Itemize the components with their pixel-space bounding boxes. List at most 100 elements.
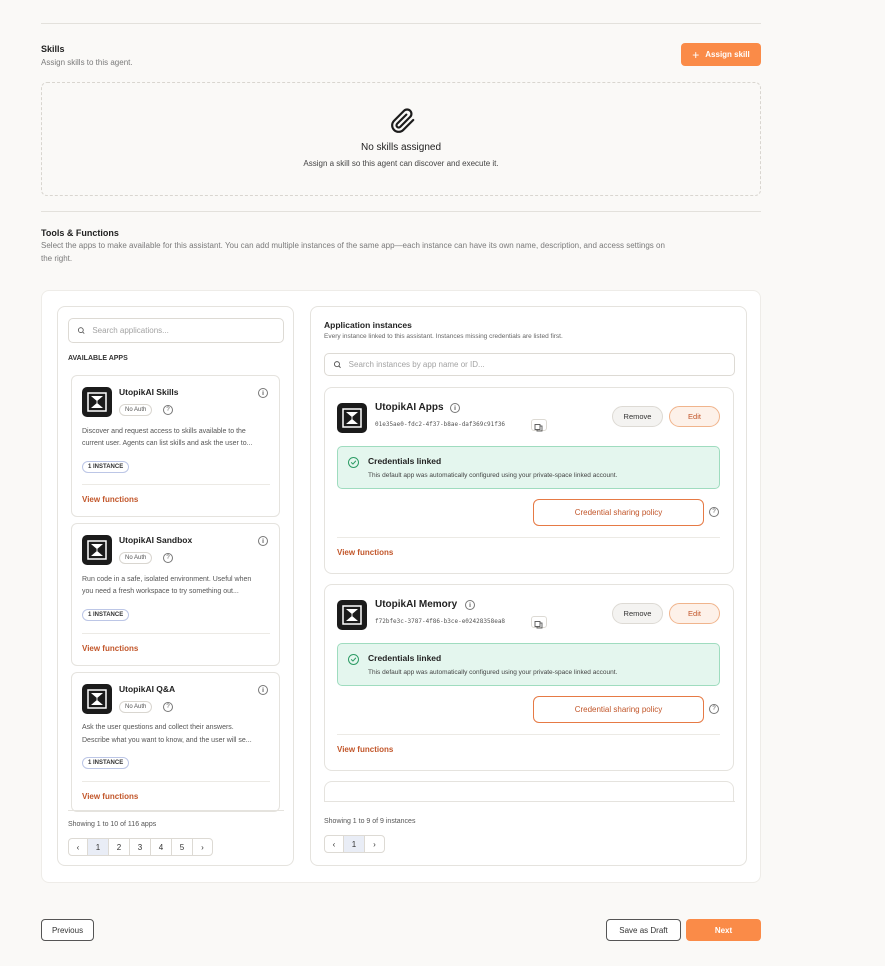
page-1-button[interactable]: 1 [88,839,109,855]
app-description-1: Discover and request access to skills av… [82,428,246,435]
plus-icon: + [692,47,700,62]
instance-card-apps: UtopikAI Apps i 01e35ae0-fdc2-4f37-b8ae-… [324,387,734,574]
help-icon[interactable]: ? [163,702,173,712]
prev-page-button[interactable]: ‹ [69,839,88,855]
credentials-subtitle: This default app was automatically confi… [368,669,618,676]
apps-panel: AVAILABLE APPS UtopikAI Skills No Auth ?… [57,306,294,866]
remove-button[interactable]: Remove [612,603,663,624]
app-card-qa[interactable]: UtopikAI Q&A No Auth ? i Ask the user qu… [71,672,280,812]
available-apps-label: AVAILABLE APPS [68,355,128,362]
app-description-2: current user. Agents can list skills and… [82,440,253,447]
instance-card-partial [324,781,734,801]
credentials-subtitle: This default app was automatically confi… [368,472,618,479]
app-description-1: Ask the user questions and collect their… [82,724,234,731]
page-1-button[interactable]: 1 [344,836,365,852]
help-icon[interactable]: ? [163,553,173,563]
instances-subtitle: Every instance linked to this assistant.… [324,333,563,340]
instances-search[interactable] [324,353,735,376]
instance-badge: 1 INSTANCE [82,609,130,621]
prev-page-button[interactable]: ‹ [325,836,344,852]
instance-id: 01e35ae0-fdc2-4f37-b8ae-daf369c91f36 [375,421,506,428]
credential-policy-button[interactable]: Credential sharing policy [533,696,704,723]
app-name: UtopikAI Q&A [119,684,176,694]
assign-skill-label: Assign skill [705,50,750,59]
instances-showing-count: Showing 1 to 9 of 9 instances [324,818,416,825]
remove-button[interactable]: Remove [612,406,663,427]
check-circle-icon [348,457,359,468]
section-divider [41,211,761,212]
auth-badge: No Auth [119,552,153,564]
top-divider [41,23,761,24]
instances-panel: Application instances Every instance lin… [310,306,747,866]
instance-id: f72bfe3c-3787-4f86-b3ce-e02428358ea8 [375,618,506,625]
page-2-button[interactable]: 2 [109,839,130,855]
instance-name: UtopikAI Memory [375,599,458,610]
edit-button[interactable]: Edit [669,406,720,427]
skills-empty-state: No skills assigned Assign a skill so thi… [41,82,761,196]
auth-badge: No Auth [119,404,153,416]
credentials-title: Credentials linked [368,653,442,663]
page-4-button[interactable]: 4 [151,839,172,855]
empty-subtitle: Assign a skill so this agent can discove… [303,159,499,168]
app-name: UtopikAI Sandbox [119,535,193,545]
view-functions-link[interactable]: View functions [82,644,138,653]
assign-skill-button[interactable]: + Assign skill [681,43,761,66]
view-functions-link[interactable]: View functions [82,792,138,801]
copy-id-button[interactable] [531,616,547,629]
skills-subtitle: Assign skills to this agent. [41,58,133,67]
utopikai-logo [337,403,367,433]
app-card-sandbox[interactable]: UtopikAI Sandbox No Auth ? i Run code in… [71,523,280,666]
app-description-1: Run code in a safe, isolated environment… [82,576,252,583]
utopikai-logo [82,684,112,714]
instance-badge: 1 INSTANCE [82,461,130,473]
next-page-button[interactable]: › [193,839,212,855]
card-divider [337,734,720,735]
help-icon[interactable]: ? [709,704,719,714]
save-draft-button[interactable]: Save as Draft [606,919,681,941]
tools-card: AVAILABLE APPS UtopikAI Skills No Auth ?… [41,290,761,883]
app-description-2: you need a fresh workspace to try someth… [82,588,239,595]
copy-id-button[interactable] [531,419,547,432]
copy-icon [534,424,543,432]
list-bottom-divider [324,801,735,802]
previous-button[interactable]: Previous [41,919,94,941]
card-divider [82,781,270,782]
next-button[interactable]: Next [686,919,761,941]
info-icon[interactable]: i [258,685,268,695]
tools-subtitle-2: the right. [41,254,73,263]
instance-name: UtopikAI Apps [375,402,444,413]
card-divider [82,633,270,634]
utopikai-logo [82,387,112,417]
empty-title: No skills assigned [360,142,442,153]
credentials-status: Credentials linked This default app was … [337,643,720,686]
apps-search[interactable] [68,318,284,343]
info-icon[interactable]: i [465,600,475,610]
edit-button[interactable]: Edit [669,603,720,624]
app-name: UtopikAI Skills [119,387,179,397]
tools-title: Tools & Functions [41,228,119,238]
instances-search-input[interactable] [348,360,734,369]
page-3-button[interactable]: 3 [130,839,151,855]
instance-badge: 1 INSTANCE [82,757,130,769]
skills-title: Skills [41,44,65,54]
page-5-button[interactable]: 5 [172,839,193,855]
view-functions-link[interactable]: View functions [82,495,138,504]
help-icon[interactable]: ? [709,507,719,517]
auth-badge: No Auth [119,701,153,713]
apps-pagination: ‹ 1 2 3 4 5 › [68,838,213,856]
instance-card-memory: UtopikAI Memory i f72bfe3c-3787-4f86-b3c… [324,584,734,771]
apps-search-input[interactable] [92,326,283,335]
view-functions-link[interactable]: View functions [337,745,393,754]
info-icon[interactable]: i [450,403,460,413]
check-circle-icon [348,654,359,665]
info-icon[interactable]: i [258,536,268,546]
credential-policy-button[interactable]: Credential sharing policy [533,499,704,526]
help-icon[interactable]: ? [163,405,173,415]
card-divider [337,537,720,538]
view-functions-link[interactable]: View functions [337,548,393,557]
info-icon[interactable]: i [258,388,268,398]
copy-icon [534,621,543,629]
app-card-skills[interactable]: UtopikAI Skills No Auth ? i Discover and… [71,375,280,517]
next-page-button[interactable]: › [365,836,384,852]
card-divider [82,484,270,485]
